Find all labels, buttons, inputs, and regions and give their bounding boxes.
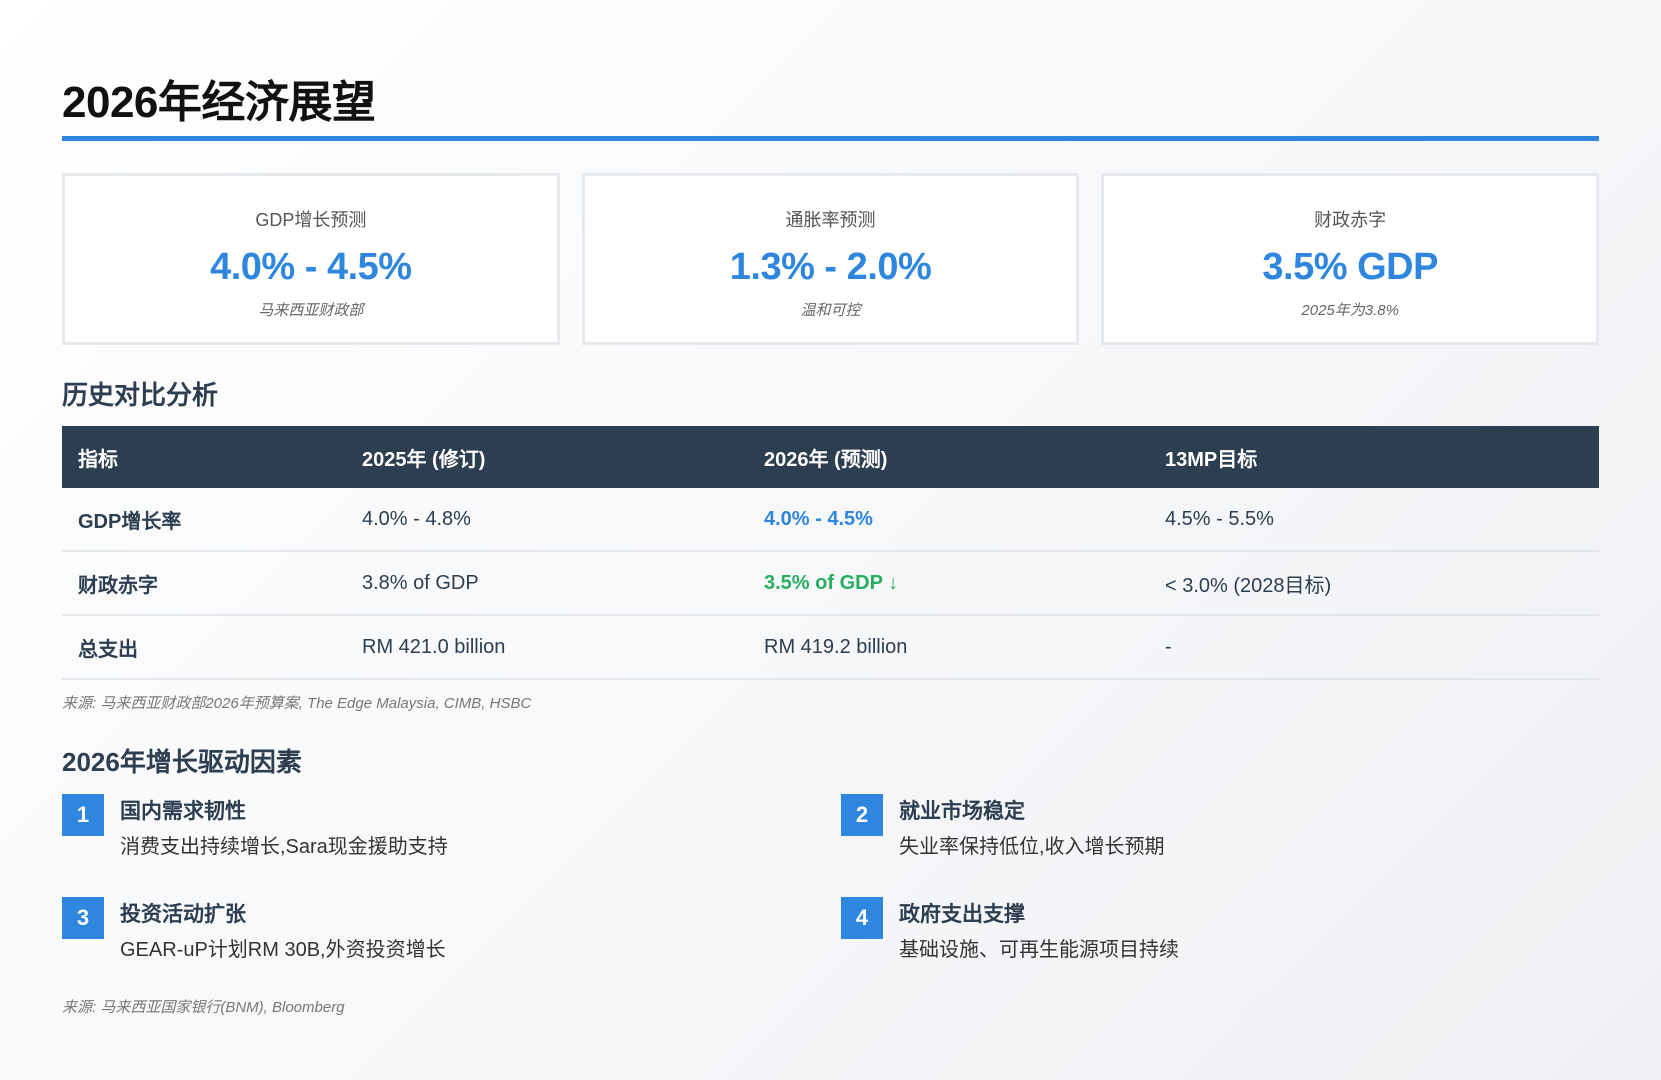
number-badge: 1: [62, 794, 104, 836]
column-header: 2026年 (预测): [764, 448, 888, 471]
kpi-value: 3.5% GDP: [1262, 246, 1438, 288]
kpi-card-deficit: 财政赤字 3.5% GDP 2025年为3.8%: [1101, 173, 1600, 345]
title-divider: [62, 136, 1599, 141]
kpi-note: 2025年为3.8%: [1301, 302, 1399, 319]
table-cell-highlight: 4.0% - 4.5%: [764, 507, 873, 530]
table-cell: -: [1165, 635, 1172, 658]
kpi-card-inflation: 通胀率预测 1.3% - 2.0% 温和可控: [581, 173, 1080, 345]
driver-title: 就业市场稳定: [899, 800, 1025, 823]
page-title: 2026年经济展望: [62, 78, 376, 127]
kpi-label: 通胀率预测: [785, 210, 876, 230]
row-label: 财政赤字: [78, 574, 158, 597]
table-row: 财政赤字 3.8% of GDP 3.5% of GDP ↓ < 3.0% (2…: [62, 552, 1599, 616]
kpi-label: GDP增长预测: [255, 210, 367, 230]
table-cell: < 3.0% (2028目标): [1165, 574, 1332, 597]
row-label: 总支出: [78, 638, 138, 661]
history-table: 指标 2025年 (修订) 2026年 (预测) 13MP目标 GDP增长率 4…: [62, 426, 1599, 680]
driver-description: GEAR-uP计划RM 30B,外资投资增长: [120, 939, 446, 961]
row-label: GDP增长率: [78, 510, 182, 533]
table-cell: 4.5% - 5.5%: [1165, 507, 1274, 530]
table-cell-positive: 3.5% of GDP ↓: [764, 571, 899, 594]
number-badge: 2: [841, 794, 883, 836]
driver-title: 政府支出支撑: [899, 903, 1025, 926]
driver-description: 基础设施、可再生能源项目持续: [899, 939, 1179, 961]
kpi-value: 1.3% - 2.0%: [729, 246, 932, 288]
driver-item: 3 投资活动扩张 GEAR-uP计划RM 30B,外资投资增长: [62, 895, 762, 975]
driver-item: 1 国内需求韧性 消费支出持续增长,Sara现金援助支持: [62, 792, 762, 872]
drivers-heading: 2026年增长驱动因素: [62, 747, 302, 777]
kpi-value: 4.0% - 4.5%: [210, 246, 412, 288]
table-cell: 3.8% of GDP: [362, 571, 479, 594]
driver-item: 2 就业市场稳定 失业率保持低位,收入增长预期: [841, 792, 1541, 872]
kpi-note: 马来西亚财政部: [258, 302, 364, 319]
table-cell: RM 421.0 billion: [362, 635, 506, 658]
driver-description: 消费支出持续增长,Sara现金援助支持: [120, 836, 448, 858]
number-badge: 3: [62, 897, 104, 939]
kpi-note: 温和可控: [800, 302, 861, 319]
kpi-cards: GDP增长预测 4.0% - 4.5% 马来西亚财政部 通胀率预测 1.3% -…: [62, 173, 1600, 345]
drivers-source-note: 来源: 马来西亚国家银行(BNM), Bloomberg: [62, 999, 345, 1016]
table-header-row: 指标 2025年 (修订) 2026年 (预测) 13MP目标: [62, 426, 1599, 488]
driver-title: 投资活动扩张: [120, 903, 246, 926]
table-cell: RM 419.2 billion: [764, 635, 908, 658]
driver-item: 4 政府支出支撑 基础设施、可再生能源项目持续: [841, 895, 1541, 975]
driver-description: 失业率保持低位,收入增长预期: [899, 836, 1165, 858]
kpi-card-gdp: GDP增长预测 4.0% - 4.5% 马来西亚财政部: [62, 173, 560, 345]
column-header: 13MP目标: [1165, 448, 1258, 471]
kpi-label: 财政赤字: [1314, 210, 1387, 230]
column-header: 2025年 (修订): [362, 448, 486, 471]
driver-title: 国内需求韧性: [120, 800, 246, 823]
table-row: GDP增长率 4.0% - 4.8% 4.0% - 4.5% 4.5% - 5.…: [62, 488, 1599, 552]
table-row: 总支出 RM 421.0 billion RM 419.2 billion -: [62, 616, 1599, 680]
table-cell: 4.0% - 4.8%: [362, 507, 471, 530]
history-heading: 历史对比分析: [62, 380, 219, 410]
number-badge: 4: [841, 897, 883, 939]
column-header: 指标: [78, 448, 118, 471]
table-source-note: 来源: 马来西亚财政部2026年预算案, The Edge Malaysia, …: [62, 695, 532, 712]
